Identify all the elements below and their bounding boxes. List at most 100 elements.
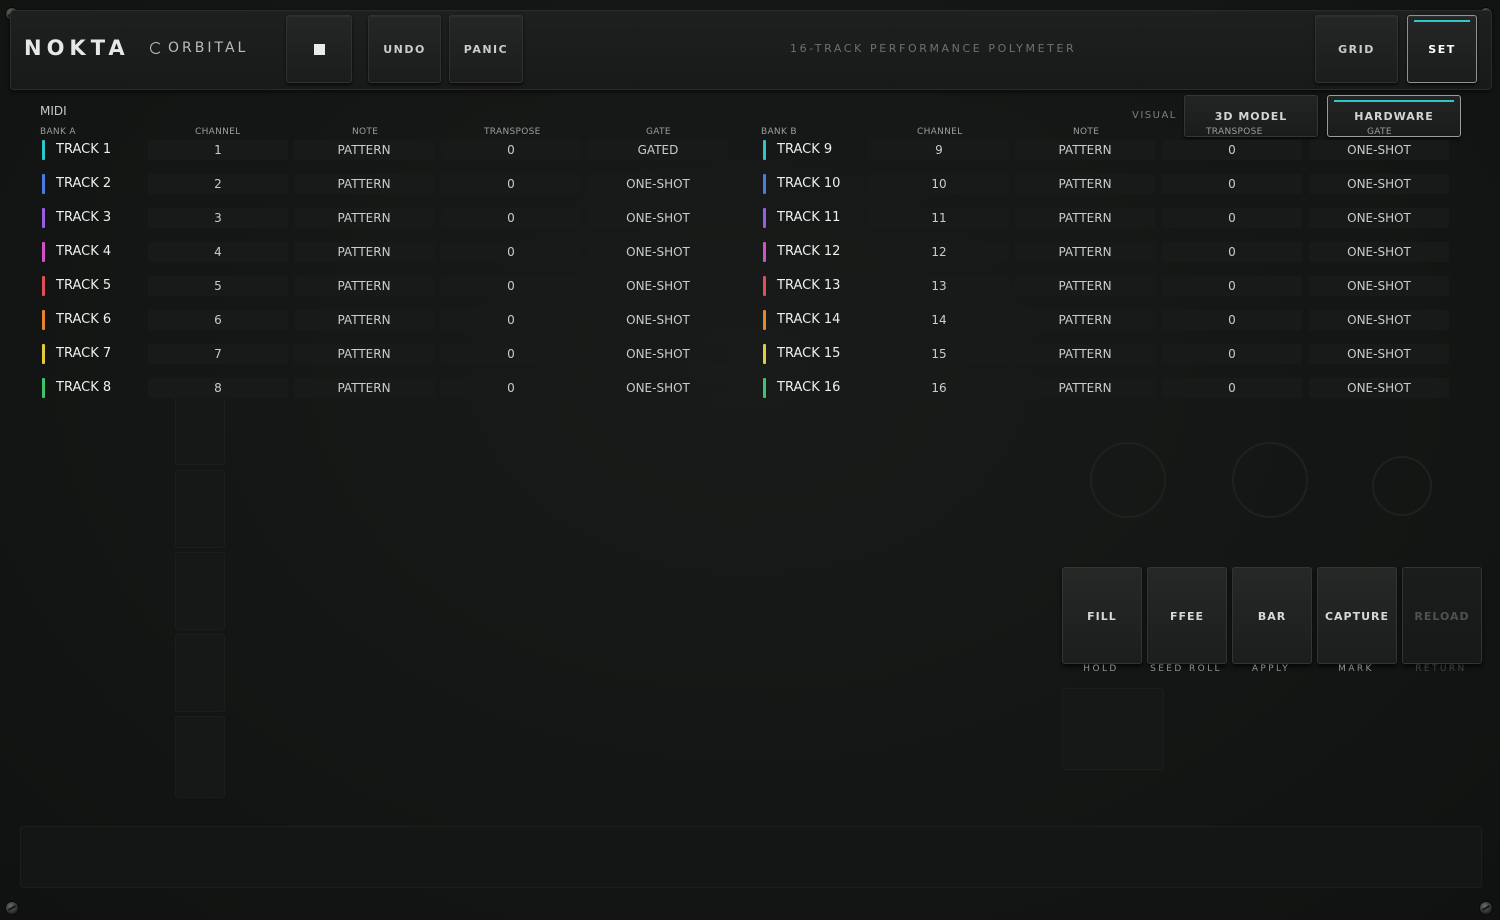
track-note-field[interactable]: PATTERN bbox=[294, 378, 434, 398]
track-channel-field[interactable]: 11 bbox=[869, 208, 1009, 228]
set-button[interactable]: SET bbox=[1407, 15, 1477, 83]
track-channel-field[interactable]: 7 bbox=[148, 344, 288, 364]
track-transpose-field[interactable]: 0 bbox=[441, 378, 581, 398]
track-name: TRACK 1 bbox=[56, 142, 112, 157]
track-color-bar bbox=[763, 242, 766, 262]
app-subtitle: 16-TRACK PERFORMANCE POLYMETER bbox=[790, 42, 1077, 55]
track-color-bar bbox=[763, 276, 766, 296]
track-note-field[interactable]: PATTERN bbox=[1015, 344, 1155, 364]
col-header-channel: CHANNEL bbox=[917, 127, 963, 137]
track-transpose-field[interactable]: 0 bbox=[441, 242, 581, 262]
track-gate-field[interactable]: ONE-SHOT bbox=[1309, 378, 1449, 398]
track-note-field[interactable]: PATTERN bbox=[294, 140, 434, 160]
track-channel-field[interactable]: 6 bbox=[148, 310, 288, 330]
track-channel-field[interactable]: 8 bbox=[148, 378, 288, 398]
track-name: TRACK 4 bbox=[56, 244, 112, 259]
track-gate-field[interactable]: ONE-SHOT bbox=[588, 378, 728, 398]
ghost-panel bbox=[175, 634, 225, 712]
track-note-field[interactable]: PATTERN bbox=[1015, 208, 1155, 228]
track-transpose-field[interactable]: 0 bbox=[441, 208, 581, 228]
track-note-field[interactable]: PATTERN bbox=[294, 344, 434, 364]
track-transpose-field[interactable]: 0 bbox=[1162, 242, 1302, 262]
track-transpose-field[interactable]: 0 bbox=[1162, 378, 1302, 398]
track-name: TRACK 2 bbox=[56, 176, 112, 191]
track-note-field[interactable]: PATTERN bbox=[1015, 140, 1155, 160]
track-channel-field[interactable]: 4 bbox=[148, 242, 288, 262]
track-color-bar bbox=[763, 140, 766, 160]
track-gate-field[interactable]: ONE-SHOT bbox=[1309, 242, 1449, 262]
perf-button-fill[interactable]: FILL bbox=[1062, 567, 1142, 664]
col-header-note: NOTE bbox=[1073, 127, 1100, 137]
track-note-field[interactable]: PATTERN bbox=[1015, 242, 1155, 262]
perf-button-bar[interactable]: BAR bbox=[1232, 567, 1312, 664]
track-gate-field[interactable]: ONE-SHOT bbox=[1309, 344, 1449, 364]
track-gate-field[interactable]: ONE-SHOT bbox=[1309, 140, 1449, 160]
track-transpose-field[interactable]: 0 bbox=[441, 174, 581, 194]
track-note-field[interactable]: PATTERN bbox=[1015, 174, 1155, 194]
app-frame: NOKTA ORBITAL UNDO PANIC 16-TRACK PERFOR… bbox=[0, 0, 1500, 920]
track-gate-field[interactable]: ONE-SHOT bbox=[1309, 310, 1449, 330]
track-gate-field[interactable]: ONE-SHOT bbox=[588, 174, 728, 194]
track-color-bar bbox=[42, 140, 45, 160]
orbit-ring-icon bbox=[150, 42, 162, 54]
undo-button[interactable]: UNDO bbox=[368, 15, 441, 83]
corner-screw-icon bbox=[6, 902, 18, 914]
track-channel-field[interactable]: 2 bbox=[148, 174, 288, 194]
track-gate-field[interactable]: ONE-SHOT bbox=[1309, 174, 1449, 194]
track-transpose-field[interactable]: 0 bbox=[441, 276, 581, 296]
track-gate-field[interactable]: ONE-SHOT bbox=[588, 208, 728, 228]
track-transpose-field[interactable]: 0 bbox=[1162, 208, 1302, 228]
visual-label: VISUAL bbox=[1132, 110, 1177, 121]
stop-button[interactable] bbox=[286, 15, 352, 83]
track-gate-field[interactable]: ONE-SHOT bbox=[588, 344, 728, 364]
track-channel-field[interactable]: 5 bbox=[148, 276, 288, 296]
track-note-field[interactable]: PATTERN bbox=[1015, 310, 1155, 330]
track-note-field[interactable]: PATTERN bbox=[1015, 378, 1155, 398]
track-note-field[interactable]: PATTERN bbox=[1015, 276, 1155, 296]
track-channel-field[interactable]: 10 bbox=[869, 174, 1009, 194]
grid-button[interactable]: GRID bbox=[1315, 15, 1398, 83]
track-channel-field[interactable]: 13 bbox=[869, 276, 1009, 296]
track-channel-field[interactable]: 12 bbox=[869, 242, 1009, 262]
track-gate-field[interactable]: ONE-SHOT bbox=[588, 242, 728, 262]
track-note-field[interactable]: PATTERN bbox=[294, 276, 434, 296]
track-transpose-field[interactable]: 0 bbox=[1162, 174, 1302, 194]
track-note-field[interactable]: PATTERN bbox=[294, 174, 434, 194]
col-header-note: NOTE bbox=[352, 127, 379, 137]
perf-button-sublabel: HOLD bbox=[1083, 664, 1119, 674]
track-color-bar bbox=[763, 174, 766, 194]
track-gate-field[interactable]: ONE-SHOT bbox=[588, 276, 728, 296]
col-header-transpose: TRANSPOSE bbox=[484, 127, 541, 137]
track-channel-field[interactable]: 15 bbox=[869, 344, 1009, 364]
visual-hardware-button[interactable]: HARDWARE bbox=[1327, 95, 1461, 137]
track-transpose-field[interactable]: 0 bbox=[441, 310, 581, 330]
track-channel-field[interactable]: 14 bbox=[869, 310, 1009, 330]
track-transpose-field[interactable]: 0 bbox=[1162, 310, 1302, 330]
panic-button[interactable]: PANIC bbox=[449, 15, 523, 83]
corner-screw-icon bbox=[1480, 902, 1492, 914]
track-gate-field[interactable]: ONE-SHOT bbox=[588, 310, 728, 330]
track-channel-field[interactable]: 1 bbox=[148, 140, 288, 160]
track-note-field[interactable]: PATTERN bbox=[294, 310, 434, 330]
ghost-panel bbox=[1062, 688, 1164, 770]
track-transpose-field[interactable]: 0 bbox=[1162, 140, 1302, 160]
track-gate-field[interactable]: GATED bbox=[588, 140, 728, 160]
track-note-field[interactable]: PATTERN bbox=[294, 208, 434, 228]
track-gate-field[interactable]: ONE-SHOT bbox=[1309, 208, 1449, 228]
track-color-bar bbox=[42, 378, 45, 398]
track-color-bar bbox=[42, 174, 45, 194]
track-transpose-field[interactable]: 0 bbox=[1162, 344, 1302, 364]
track-name: TRACK 3 bbox=[56, 210, 112, 225]
perf-button-capture[interactable]: CAPTURE bbox=[1317, 567, 1397, 664]
perf-button-reload[interactable]: RELOAD bbox=[1402, 567, 1482, 664]
track-note-field[interactable]: PATTERN bbox=[294, 242, 434, 262]
track-channel-field[interactable]: 9 bbox=[869, 140, 1009, 160]
track-color-bar bbox=[763, 378, 766, 398]
track-channel-field[interactable]: 16 bbox=[869, 378, 1009, 398]
track-transpose-field[interactable]: 0 bbox=[441, 344, 581, 364]
track-channel-field[interactable]: 3 bbox=[148, 208, 288, 228]
track-gate-field[interactable]: ONE-SHOT bbox=[1309, 276, 1449, 296]
track-transpose-field[interactable]: 0 bbox=[441, 140, 581, 160]
track-transpose-field[interactable]: 0 bbox=[1162, 276, 1302, 296]
perf-button-ffee[interactable]: FFEE bbox=[1147, 567, 1227, 664]
